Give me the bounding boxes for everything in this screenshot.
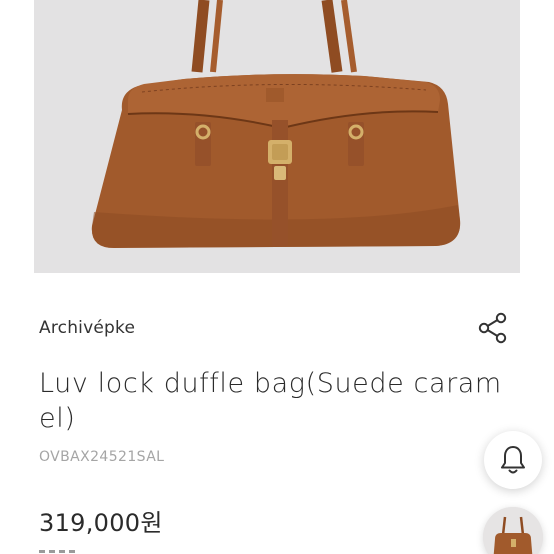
bag-thumbnail-icon xyxy=(483,507,543,554)
share-button[interactable] xyxy=(474,309,512,347)
product-title: Luv lock duffle bag(Suede caramel) xyxy=(39,368,502,434)
product-image[interactable] xyxy=(34,0,520,273)
product-price: 319,000원 xyxy=(39,509,163,537)
bag-thumbnail-button[interactable] xyxy=(483,507,543,554)
product-detail-page: Archivépke Luv lock duffle bag(Suede car… xyxy=(0,0,554,554)
bag-illustration xyxy=(34,0,520,273)
notification-button[interactable] xyxy=(484,431,542,489)
product-code: OVBAX24521SAL xyxy=(39,449,165,465)
brand-name[interactable]: Archivépke xyxy=(39,318,135,338)
bell-icon xyxy=(501,446,525,474)
share-icon xyxy=(478,312,507,344)
cut-off-text xyxy=(39,546,77,554)
